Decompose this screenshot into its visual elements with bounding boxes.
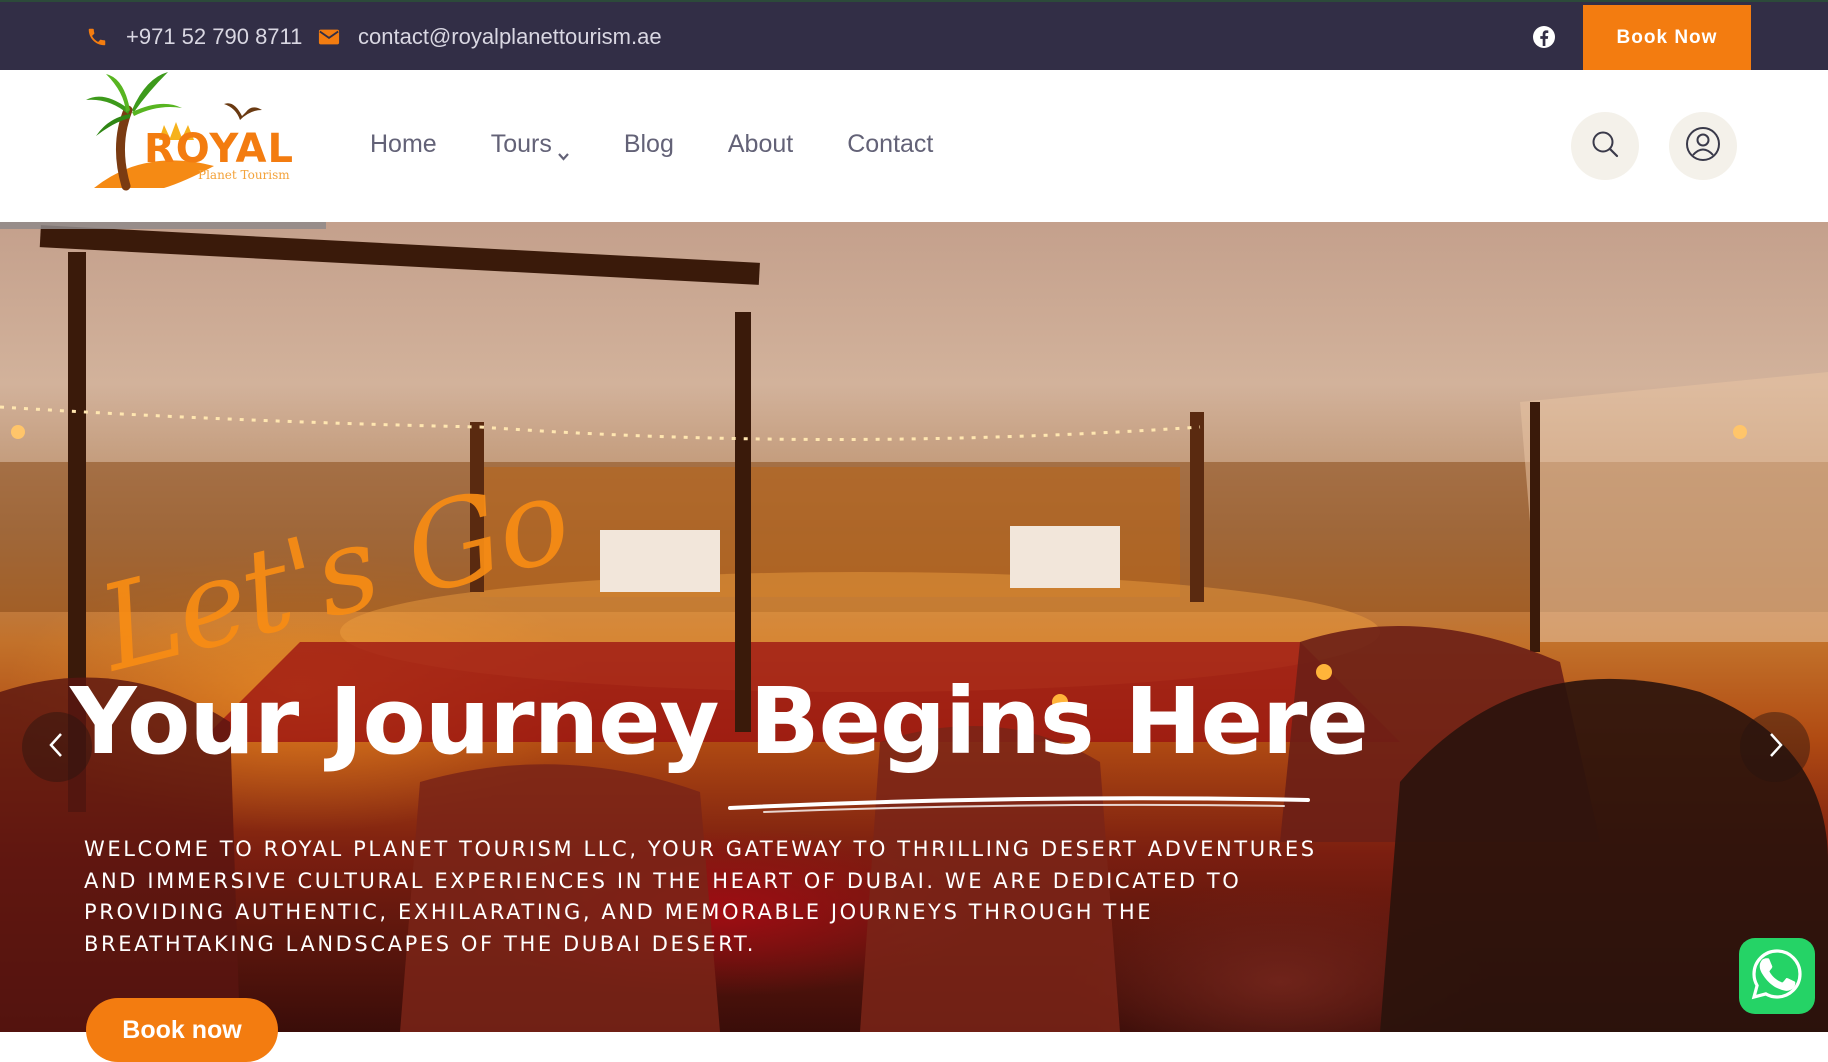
email-address[interactable]: contact@royalplanettourism.ae	[358, 24, 662, 50]
facebook-icon[interactable]	[1532, 25, 1556, 49]
search-button[interactable]	[1571, 112, 1639, 180]
chevron-down-icon	[557, 141, 570, 161]
title-underline-decoration	[728, 796, 1310, 813]
account-button[interactable]	[1669, 112, 1737, 180]
user-icon	[1685, 126, 1721, 167]
chevron-left-icon	[46, 731, 68, 764]
book-now-button[interactable]: Book Now	[1583, 5, 1751, 71]
main-navigation: Home Tours Blog About Contact	[370, 70, 987, 218]
nav-item-tours[interactable]: Tours	[490, 129, 570, 161]
hero-description: Welcome to Royal Planet Tourism LLC, you…	[84, 837, 1317, 956]
top-contact-bar: +971 52 790 8711 contact@royalplanettour…	[0, 0, 1828, 72]
email-contact[interactable]: contact@royalplanettourism.ae	[316, 2, 662, 72]
slide-progress-bar	[0, 222, 326, 229]
chevron-right-icon	[1764, 731, 1786, 764]
search-icon	[1590, 129, 1620, 164]
nav-item-about[interactable]: About	[728, 130, 793, 159]
nav-item-tours-label: Tours	[490, 129, 552, 158]
envelope-icon	[316, 24, 342, 50]
whatsapp-chat-button[interactable]	[1739, 938, 1815, 1014]
logo-tagline: Planet Tourism	[198, 168, 290, 182]
phone-contact[interactable]: +971 52 790 8711	[84, 2, 302, 72]
site-header: ROYAL Planet Tourism Home Tours Blog Abo…	[0, 70, 1828, 222]
slider-next-button[interactable]	[1740, 712, 1810, 782]
nav-item-home[interactable]: Home	[370, 130, 437, 159]
hero-book-now-button[interactable]: Book now	[86, 998, 278, 1062]
phone-number[interactable]: +971 52 790 8711	[126, 24, 302, 50]
phone-icon	[84, 24, 110, 50]
nav-item-blog[interactable]: Blog	[624, 130, 674, 159]
hero-title: Your Journey Begins Here	[70, 668, 1369, 775]
whatsapp-icon	[1750, 947, 1804, 1006]
nav-item-contact[interactable]: Contact	[847, 130, 933, 159]
svg-text:ROYAL: ROYAL	[144, 126, 294, 172]
